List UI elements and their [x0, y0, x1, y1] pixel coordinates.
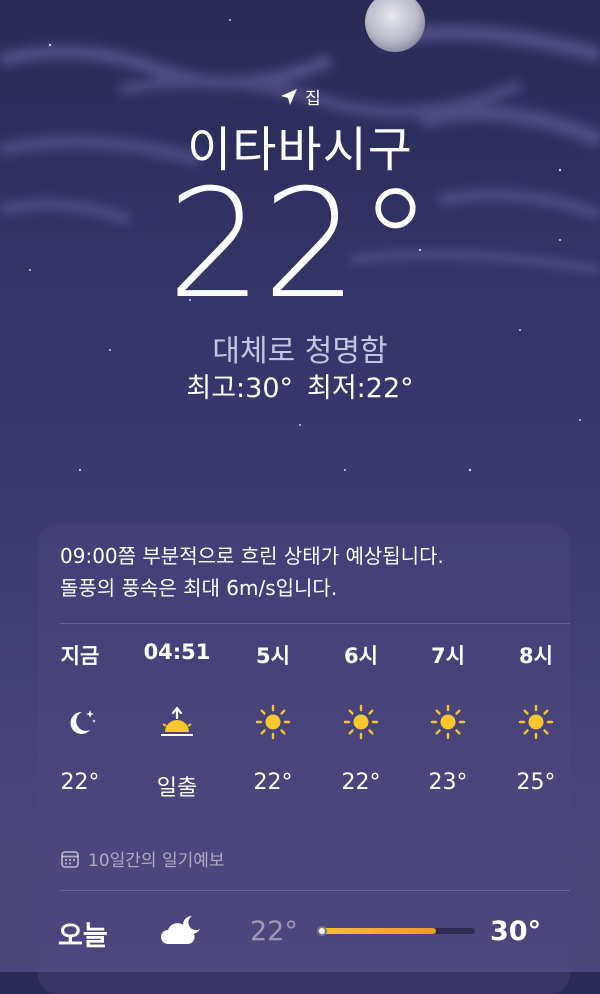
hour-value: 25° [516, 770, 556, 795]
cloud-moon-icon [161, 915, 200, 944]
current-condition: 대체로 청명함 [212, 334, 388, 369]
forecast-summary: 09:00쯤 부분적으로 흐린 상태가 예상됩니다. 돌풍의 풍속은 최대 6m… [60, 540, 550, 604]
hour-value: 22° [253, 770, 293, 795]
location-tag: 집 [0, 84, 600, 109]
hour-label: 지금 [60, 644, 100, 668]
sunrise-icon [161, 706, 193, 736]
moon-graphic [365, 0, 425, 52]
sun-icon [430, 704, 466, 740]
current-temperature: 22° [167, 158, 433, 332]
card-divider [60, 890, 570, 891]
hour-label: 8시 [519, 644, 553, 668]
hour-value: 23° [428, 770, 468, 795]
day-label: 오늘 [58, 921, 108, 952]
hour-label: 6시 [344, 644, 378, 668]
daily-forecast-row[interactable]: 오늘 22° 30° [38, 908, 570, 958]
hour-label: 04:51 [143, 640, 211, 664]
ten-day-forecast-header: 10일간의 일기예보 [60, 846, 225, 871]
current-temp-indicator [317, 926, 327, 936]
hour-value: 일출 [156, 776, 198, 801]
sun-icon [343, 704, 379, 740]
day-low: 22° [250, 916, 298, 947]
hourly-forecast-card[interactable]: 09:00쯤 부분적으로 흐린 상태가 예상됩니다. 돌풍의 풍속은 최대 6m… [38, 524, 570, 994]
hour-value: 22° [341, 770, 381, 795]
low-temp: 최저:22° [307, 373, 414, 404]
moon-stars-icon [70, 710, 96, 734]
hour-label: 7시 [431, 644, 465, 668]
sun-icon [255, 704, 291, 740]
high-low: 최고:30° 최저:22° [0, 366, 600, 405]
calendar-icon [61, 850, 79, 868]
hourly-strip[interactable]: 지금 22° 04:51 일출 5시 22° 6시 22° 7시 23° 8시 … [38, 640, 570, 810]
summary-line-1: 09:00쯤 부분적으로 흐린 상태가 예상됩니다. [60, 544, 444, 568]
temperature-range-fill [318, 928, 436, 934]
summary-line-2: 돌풍의 풍속은 최대 6m/s입니다. [60, 576, 338, 600]
hour-value: 22° [60, 770, 100, 795]
sun-icon [518, 704, 554, 740]
location-tag-label: 집 [305, 89, 321, 109]
hour-label: 5시 [256, 644, 290, 668]
day-high: 30° [490, 916, 542, 947]
card-divider [60, 623, 570, 624]
location-arrow-icon [281, 88, 298, 105]
ten-day-forecast-title: 10일간의 일기예보 [88, 851, 225, 871]
high-temp: 최고:30° [186, 373, 293, 404]
temperature-range-bar [317, 926, 475, 936]
